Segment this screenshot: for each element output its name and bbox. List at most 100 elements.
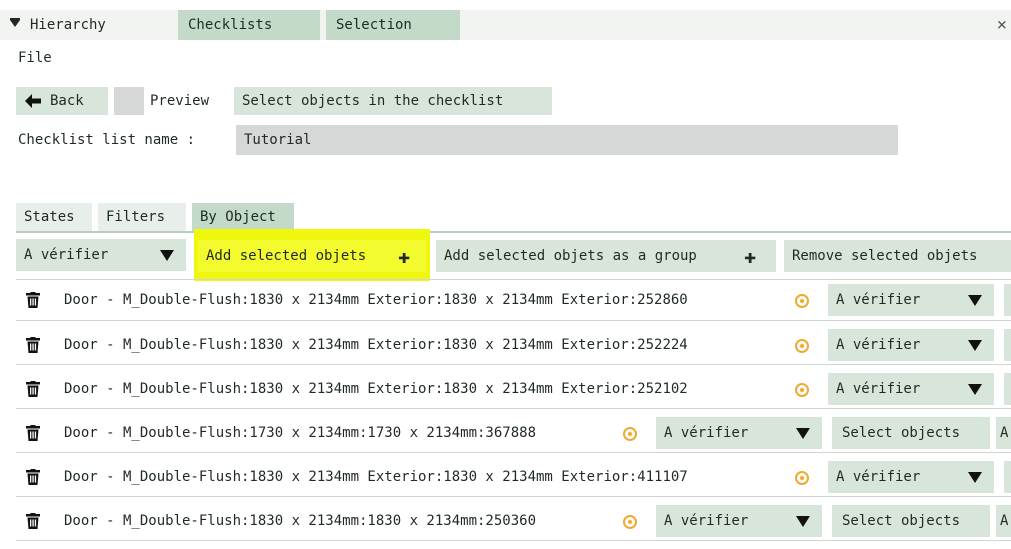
row-state-value: A vérifier <box>836 337 921 353</box>
row-select-objects-button[interactable] <box>1004 373 1011 405</box>
trash-icon[interactable] <box>26 513 40 529</box>
tab-selection[interactable]: Selection <box>326 10 460 40</box>
subtab-states[interactable]: States <box>16 203 92 231</box>
back-button[interactable]: Back <box>16 87 108 115</box>
subtab-by-object[interactable]: By Object <box>192 203 294 231</box>
state-filter-select[interactable]: A vérifier <box>16 239 152 271</box>
row-object-name: Door - M_Double-Flush:1830 x 2134mm Exte… <box>64 292 688 308</box>
row-extra-select[interactable]: A <box>996 505 1011 537</box>
dropdown-arrow-icon <box>796 428 810 439</box>
row-object-name: Door - M_Double-Flush:1730 x 2134mm:1730… <box>64 425 537 441</box>
row-select-objects-button[interactable] <box>1004 461 1011 493</box>
collapse-caret-icon[interactable] <box>10 17 20 27</box>
dropdown-arrow-icon <box>968 295 982 306</box>
back-button-label: Back <box>50 93 84 109</box>
state-filter-dropdown[interactable] <box>152 239 186 271</box>
row-state-value: A vérifier <box>836 469 921 485</box>
trash-icon[interactable] <box>26 337 40 353</box>
checklist-name-input[interactable]: Tutorial <box>236 125 898 155</box>
add-selected-objects-label: Add selected objets <box>206 248 367 264</box>
row-select-objects-button[interactable] <box>1004 284 1011 316</box>
add-selected-objects-button[interactable]: Add selected objets ✚ <box>198 240 426 272</box>
trash-icon[interactable] <box>26 425 40 441</box>
row-state-select[interactable]: A vérifier <box>828 329 960 361</box>
row-divider <box>16 452 1011 453</box>
row-divider <box>16 364 1011 365</box>
select-objects-in-checklist-button[interactable]: Select objects in the checklist <box>234 87 552 115</box>
add-selected-as-group-label: Add selected objets as a group <box>444 248 697 264</box>
list-item: Door - M_Double-Flush:1830 x 2134mm Exte… <box>16 327 1011 363</box>
row-extra-select[interactable]: A <box>996 417 1011 449</box>
arrow-left-icon <box>25 94 41 108</box>
target-icon[interactable] <box>795 339 809 353</box>
subtab-filters-label: Filters <box>106 209 166 225</box>
target-icon[interactable] <box>795 383 809 397</box>
remove-selected-objects-button[interactable]: Remove selected objets <box>784 240 1011 272</box>
row-state-dropdown[interactable] <box>788 417 822 449</box>
row-state-value: A vérifier <box>836 381 921 397</box>
row-state-value: A vérifier <box>836 292 921 308</box>
list-item: Door - M_Double-Flush:1830 x 2134mm Exte… <box>16 371 1011 407</box>
row-state-select[interactable]: A vérifier <box>828 461 960 493</box>
list-item: Door - M_Double-Flush:1830 x 2134mm:1830… <box>16 503 1011 539</box>
tab-hierarchy[interactable]: Hierarchy <box>0 10 172 40</box>
row-divider <box>16 408 1011 409</box>
preview-checkbox[interactable] <box>114 87 144 115</box>
trash-icon[interactable] <box>26 381 40 397</box>
target-icon[interactable] <box>795 294 809 308</box>
target-icon[interactable] <box>623 515 637 529</box>
row-extra-value: A <box>1000 425 1009 441</box>
tab-checklists[interactable]: Checklists <box>178 10 320 40</box>
row-extra-value: A <box>1000 513 1009 529</box>
row-select-objects-label: Select objects <box>842 513 961 529</box>
select-objects-in-checklist-label: Select objects in the checklist <box>242 93 504 109</box>
row-state-dropdown[interactable] <box>960 329 994 361</box>
subtab-divider <box>16 231 1011 233</box>
row-state-select[interactable]: A vérifier <box>828 373 960 405</box>
target-icon[interactable] <box>795 471 809 485</box>
plus-icon: ✚ <box>398 244 411 268</box>
dropdown-arrow-icon <box>160 250 174 261</box>
row-state-select[interactable]: A vérifier <box>828 284 960 316</box>
plus-icon: ✚ <box>744 244 757 268</box>
list-item: Door - M_Double-Flush:1830 x 2134mm Exte… <box>16 459 1011 495</box>
row-state-dropdown[interactable] <box>960 461 994 493</box>
row-state-dropdown[interactable] <box>960 373 994 405</box>
row-select-objects-button[interactable] <box>1004 329 1011 361</box>
add-selected-as-group-button[interactable]: Add selected objets as a group ✚ <box>436 240 776 272</box>
row-divider <box>16 496 1011 497</box>
row-divider <box>16 279 1011 280</box>
subtab-by-object-label: By Object <box>200 209 276 225</box>
row-select-objects-button[interactable]: Select objects <box>832 505 990 537</box>
row-state-dropdown[interactable] <box>960 284 994 316</box>
state-filter-value: A vérifier <box>24 247 109 263</box>
remove-selected-objects-label: Remove selected objets <box>792 248 978 264</box>
subtab-states-label: States <box>24 209 75 225</box>
trash-icon[interactable] <box>26 469 40 485</box>
row-object-name: Door - M_Double-Flush:1830 x 2134mm Exte… <box>64 381 688 397</box>
checklist-name-value: Tutorial <box>244 132 312 148</box>
menu-file[interactable]: File <box>18 50 52 66</box>
trash-icon[interactable] <box>26 292 40 308</box>
row-select-objects-button[interactable]: Select objects <box>832 417 990 449</box>
subtab-filters[interactable]: Filters <box>98 203 186 231</box>
row-divider <box>16 540 1011 541</box>
row-state-value: A vérifier <box>664 513 749 529</box>
row-state-value: A vérifier <box>664 425 749 441</box>
dropdown-arrow-icon <box>968 384 982 395</box>
row-object-name: Door - M_Double-Flush:1830 x 2134mm Exte… <box>64 337 688 353</box>
tab-checklists-label: Checklists <box>188 17 273 33</box>
tab-hierarchy-label: Hierarchy <box>30 17 106 33</box>
dropdown-arrow-icon <box>968 472 982 483</box>
checklist-name-label: Checklist list name : <box>18 132 196 148</box>
row-divider <box>16 320 1011 321</box>
close-icon[interactable]: × <box>997 10 1007 40</box>
window-tab-bar: Hierarchy Checklists Selection × <box>0 10 1011 40</box>
row-state-select[interactable]: A vérifier <box>656 417 788 449</box>
row-select-objects-label: Select objects <box>842 425 961 441</box>
row-state-dropdown[interactable] <box>788 505 822 537</box>
row-state-select[interactable]: A vérifier <box>656 505 788 537</box>
row-object-name: Door - M_Double-Flush:1830 x 2134mm Exte… <box>64 469 688 485</box>
target-icon[interactable] <box>623 427 637 441</box>
dropdown-arrow-icon <box>968 340 982 351</box>
